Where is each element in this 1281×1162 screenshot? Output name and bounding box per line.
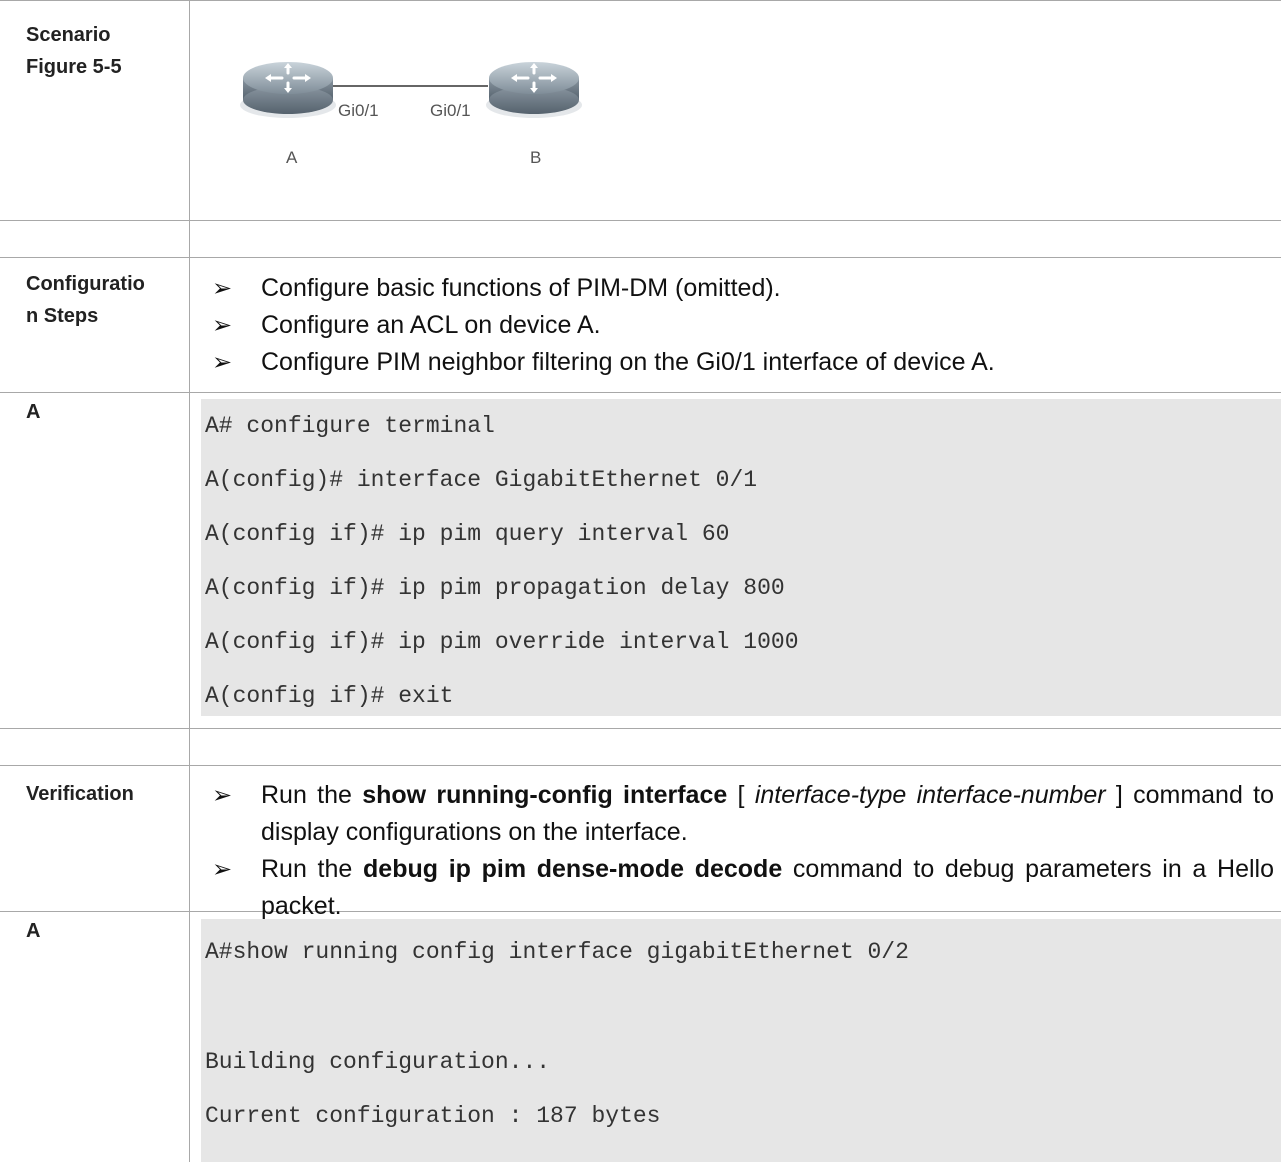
row-divider <box>0 728 1281 729</box>
code-line: A(config)# interface GigabitEthernet 0/1 <box>205 467 758 493</box>
bullet-arrow-icon: ➢ <box>212 856 233 883</box>
config-device-label: A <box>26 401 41 423</box>
document-page: Scenario Figure 5-5 Gi0/1 Gi0/1 A B Conf… <box>0 0 1281 1162</box>
code-line: A# configure terminal <box>205 413 495 439</box>
list-item: ➢ Configure basic functions of PIM-DM (om… <box>212 270 1274 307</box>
router-b-icon <box>486 62 582 118</box>
code-line: A(config if)# exit <box>205 683 454 709</box>
list-item: ➢ Run the show running-config interface [… <box>212 777 1274 851</box>
scenario-label: Scenario Figure 5-5 <box>26 24 122 78</box>
config-steps-label: Configuratio n Steps <box>26 273 145 327</box>
code-line: A(config if)# ip pim query interval 60 <box>205 521 730 547</box>
bullet-arrow-icon: ➢ <box>212 349 233 376</box>
code-line: Current configuration : 187 bytes <box>205 1103 661 1129</box>
device-b-label: B <box>530 148 541 167</box>
row-divider <box>0 765 1281 766</box>
code-line: A(config if)# ip pim propagation delay 8… <box>205 575 785 601</box>
verification-label: Verification <box>26 783 134 805</box>
bullet-arrow-icon: ➢ <box>212 275 233 302</box>
list-item: ➢ Run the debug ip pim dense-mode decode … <box>212 851 1274 925</box>
code-line: Building configuration... <box>205 1049 551 1075</box>
config-code-block: A# configure terminal A(config)# interfa… <box>201 399 1281 716</box>
row-divider <box>0 220 1281 221</box>
row-divider <box>0 257 1281 258</box>
list-item: ➢ Configure an ACL on device A. <box>212 307 1274 344</box>
topology-diagram: Gi0/1 Gi0/1 A B <box>240 62 582 167</box>
code-line: A(config if)# ip pim override interval 1… <box>205 629 799 655</box>
router-a-icon <box>240 62 336 118</box>
column-divider <box>189 0 190 1162</box>
list-item: ➢ Configure PIM neighbor filtering on the… <box>212 344 1274 381</box>
row-divider <box>0 392 1281 393</box>
config-steps-list: ➢ Configure basic functions of PIM-DM (om… <box>212 270 1274 381</box>
port-b-label: Gi0/1 <box>430 101 471 120</box>
bullet-arrow-icon: ➢ <box>212 782 233 809</box>
verify-code-block: A#show running config interface gigabitE… <box>201 919 1281 1162</box>
port-a-label: Gi0/1 <box>338 101 379 120</box>
verification-list: ➢ Run the show running-config interface [… <box>212 777 1274 925</box>
row-divider <box>0 0 1281 1</box>
verify-device-label: A <box>26 920 41 942</box>
bullet-arrow-icon: ➢ <box>212 312 233 339</box>
device-a-label: A <box>286 148 298 167</box>
code-line: A#show running config interface gigabitE… <box>205 939 909 965</box>
